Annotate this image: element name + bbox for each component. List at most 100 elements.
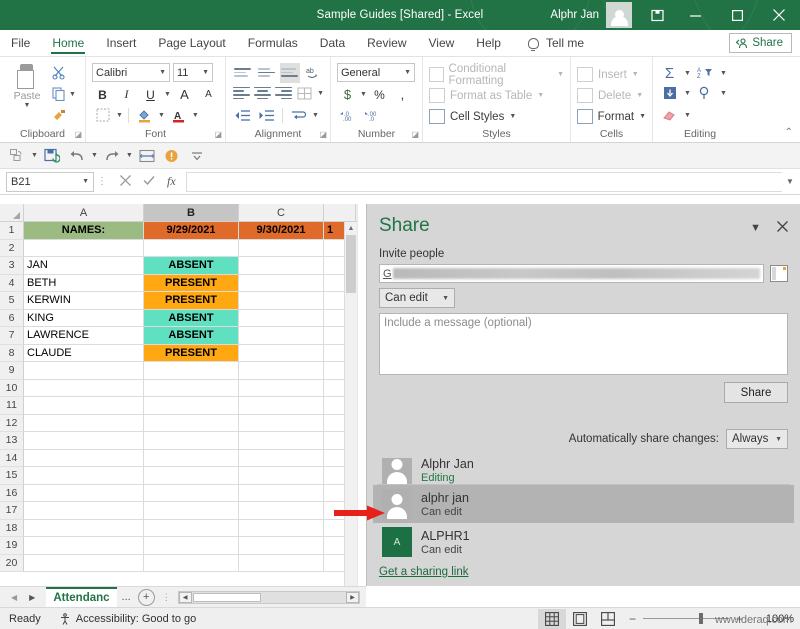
chevron-down-icon[interactable]: ▼ (126, 152, 133, 159)
grid-cell[interactable]: PRESENT (144, 292, 239, 310)
share-button[interactable]: Share (729, 33, 792, 53)
comma-style-button[interactable]: , (392, 85, 413, 105)
merge-cells-button[interactable] (296, 83, 314, 103)
select-all-corner[interactable] (0, 204, 24, 221)
chevron-down-icon[interactable]: ▼ (24, 102, 31, 109)
table-row[interactable]: 20 (0, 554, 366, 572)
page-layout-view-icon[interactable] (566, 609, 594, 629)
grid-cell[interactable] (24, 397, 144, 415)
table-row[interactable]: 4 BETH PRESENT (0, 274, 366, 292)
address-book-icon[interactable] (770, 265, 788, 282)
grid-cell[interactable] (24, 554, 144, 572)
row-header[interactable]: 3 (0, 257, 24, 275)
font-name-input[interactable]: Calibri ▼ (92, 63, 170, 82)
grid-cell[interactable]: KING (24, 309, 144, 327)
table-row[interactable]: 10 (0, 379, 366, 397)
customize-qat-icon[interactable] (186, 146, 208, 166)
grid-cell[interactable] (24, 414, 144, 432)
row-header[interactable]: 15 (0, 467, 24, 485)
dialog-launcher-icon[interactable]: ◪ (411, 130, 419, 139)
table-row[interactable]: 1 NAMES: 9/29/2021 9/30/2021 1 (0, 222, 366, 240)
grid-cell[interactable] (239, 327, 324, 345)
table-row[interactable]: 5 KERWIN PRESENT (0, 292, 366, 310)
row-header[interactable]: 17 (0, 502, 24, 520)
chevron-down-icon[interactable]: ▼ (116, 112, 123, 119)
grid-cell[interactable] (239, 274, 324, 292)
chevron-down-icon[interactable]: ▼ (537, 92, 544, 99)
chevron-down-icon[interactable]: ▼ (636, 92, 643, 99)
scroll-left-icon[interactable]: ◀ (178, 591, 192, 603)
grid-cell[interactable] (239, 362, 324, 380)
chevron-down-icon[interactable]: ▼ (632, 71, 639, 78)
grid-cell[interactable] (144, 432, 239, 450)
table-row[interactable]: 2 (0, 239, 366, 257)
chevron-down-icon[interactable]: ▼ (82, 178, 89, 185)
tab-formulas[interactable]: Formulas (237, 30, 309, 56)
dialog-launcher-icon[interactable]: ◪ (214, 130, 222, 139)
align-top-button[interactable] (232, 63, 253, 83)
next-sheet-icon[interactable]: ▶ (24, 593, 40, 602)
tab-view[interactable]: View (418, 30, 466, 56)
grid-cell[interactable]: ABSENT (144, 257, 239, 275)
expand-formula-bar-icon[interactable]: ▼ (782, 177, 798, 186)
chevron-down-icon[interactable]: ▼ (202, 69, 209, 76)
chevron-down-icon[interactable]: ▼ (192, 112, 199, 119)
grid-cell[interactable]: KERWIN (24, 292, 144, 310)
table-row[interactable]: 3 JAN ABSENT (0, 257, 366, 275)
chevron-down-icon[interactable]: ▼ (684, 90, 691, 97)
grid-cell[interactable] (239, 257, 324, 275)
table-row[interactable]: 11 (0, 397, 366, 415)
table-row[interactable]: 7 LAWRENCE ABSENT (0, 327, 366, 345)
insert-function-fx-icon[interactable]: fx (167, 174, 176, 189)
grid-cell[interactable] (144, 239, 239, 257)
grid-cell[interactable] (24, 239, 144, 257)
table-row[interactable]: 17 (0, 502, 366, 520)
italic-button[interactable]: I (116, 85, 137, 105)
grid-cell[interactable] (239, 432, 324, 450)
column-header-b[interactable]: B (144, 204, 239, 221)
cell-styles-button[interactable]: Cell Styles ▼ (429, 106, 564, 127)
grid-cell[interactable] (144, 554, 239, 572)
redo-icon[interactable] (101, 146, 123, 166)
table-row[interactable]: 13 (0, 432, 366, 450)
delete-cells-button[interactable]: Delete ▼ (577, 85, 646, 106)
format-painter-button[interactable] (48, 105, 69, 125)
bold-button[interactable]: B (92, 85, 113, 105)
grid-cell[interactable] (144, 449, 239, 467)
grid-cell[interactable] (144, 414, 239, 432)
grid-cell[interactable] (239, 309, 324, 327)
grid-cell[interactable]: PRESENT (144, 274, 239, 292)
tab-file[interactable]: File (0, 30, 41, 56)
pane-share-button[interactable]: Share (724, 382, 788, 403)
cut-button[interactable] (48, 63, 69, 83)
message-textarea[interactable]: Include a message (optional) (379, 313, 788, 375)
grid-cell[interactable] (239, 344, 324, 362)
grid-cell[interactable] (24, 379, 144, 397)
grid-cell[interactable] (239, 449, 324, 467)
chevron-down-icon[interactable]: ▼ (158, 112, 165, 119)
invite-people-input[interactable]: G (379, 264, 764, 283)
grid-cell[interactable] (239, 554, 324, 572)
align-left-button[interactable] (232, 83, 250, 103)
grid-cell[interactable] (24, 484, 144, 502)
chevron-down-icon[interactable]: ▼ (639, 113, 646, 120)
page-break-view-icon[interactable] (594, 609, 622, 629)
align-middle-button[interactable] (256, 63, 277, 83)
tab-review[interactable]: Review (356, 30, 417, 56)
dialog-launcher-icon[interactable]: ◪ (319, 130, 327, 139)
column-header-c[interactable]: C (239, 204, 324, 221)
grid-cell[interactable] (239, 379, 324, 397)
chevron-down-icon[interactable]: ▼ (775, 436, 782, 443)
table-row[interactable]: 18 (0, 519, 366, 537)
chevron-down-icon[interactable]: ▼ (442, 295, 449, 302)
chevron-down-icon[interactable]: ▼ (720, 70, 727, 77)
row-header[interactable]: 16 (0, 484, 24, 502)
percent-button[interactable]: % (369, 85, 390, 105)
table-row[interactable]: 16 (0, 484, 366, 502)
chevron-down-icon[interactable]: ▼ (159, 69, 166, 76)
row-header[interactable]: 14 (0, 449, 24, 467)
chevron-down-icon[interactable]: ▼ (557, 71, 564, 78)
scroll-up-icon[interactable]: ▲ (345, 222, 357, 235)
autosave-icon[interactable] (6, 146, 28, 166)
permission-select[interactable]: Can edit ▼ (379, 288, 455, 308)
